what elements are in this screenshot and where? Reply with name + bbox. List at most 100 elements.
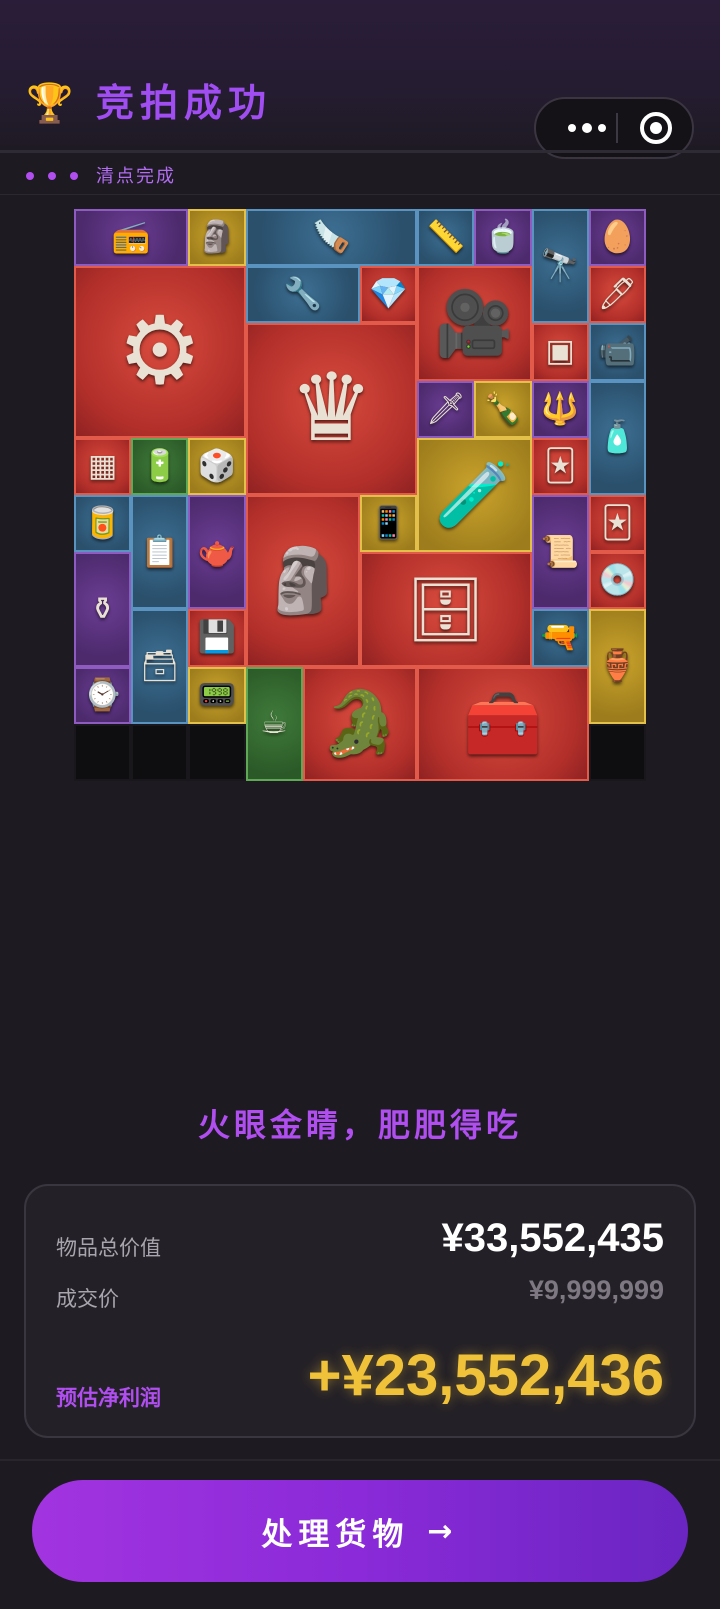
chemical-jug-icon: 🧪 <box>435 458 514 532</box>
loot-item-drill[interactable]: 🔧 <box>245 266 360 324</box>
loot-item-egg[interactable]: 🥚 <box>588 209 646 267</box>
target-icon[interactable] <box>640 112 672 144</box>
smartphone-icon: 📱 <box>369 505 408 542</box>
loot-item-teapot[interactable]: 🫖 <box>188 495 246 610</box>
egg-icon: 🥚 <box>598 219 637 256</box>
loot-item-empty-2 <box>131 723 189 781</box>
playing-card-icon: 🃏 <box>544 447 577 484</box>
generator-icon: ⚙ <box>117 296 202 406</box>
total-value: ¥33,552,435 <box>441 1216 664 1260</box>
loot-item-pen[interactable]: 🖊 <box>588 266 646 324</box>
tin-box-icon: 🥫 <box>83 505 122 542</box>
header: 🏆 竞拍成功 <box>0 0 720 160</box>
loot-grid: 📻 🗿 🪚 📏 🍵 🔭 🥚 ⚙ 🔧 💎 🎥 🖊 ♛ ▣ 📹 🗡 🍾 🔱 🧴 ▦ 🔋 🎲 🧪 🃏 🥫 📋 🫖 🗿 📱 📜 🃏 ⚱ 💿 🗄 🗃 💾 🔫 🏺 ⌚ 📟… <box>74 209 646 781</box>
crocodile-statue-icon: 🐊 <box>320 687 400 761</box>
status-dot <box>26 172 34 180</box>
loot-item-server-rack[interactable]: 🗄 <box>360 552 532 667</box>
loot-item-disc[interactable]: 💿 <box>588 552 646 610</box>
confidential-file-icon: 📋 <box>140 533 180 570</box>
loot-item-usb-stick[interactable]: 💾 <box>188 609 246 667</box>
loot-item-chemical-jug[interactable]: 🧪 <box>417 437 532 553</box>
loot-item-thermometer-gun[interactable]: 🔫 <box>531 609 589 667</box>
header-divider <box>0 150 720 153</box>
hookah-icon: ⚱ <box>89 590 116 627</box>
loot-item-card-2[interactable]: 🃏 <box>588 495 646 553</box>
loot-item-ammo-box[interactable]: 🗃 <box>131 609 189 724</box>
status-text: 清点完成 <box>96 166 176 187</box>
pen-icon: 🖊 <box>597 276 638 313</box>
dagger-icon: 🗡 <box>426 390 466 427</box>
loot-item-telescope[interactable]: 🔭 <box>531 209 589 324</box>
card-2-icon: 🃏 <box>601 505 634 542</box>
chess-board-icon: ♛ <box>289 354 374 464</box>
status-dot <box>70 172 78 180</box>
spearhead-icon: 🔱 <box>540 390 580 427</box>
loot-item-empty-1 <box>74 723 132 781</box>
loot-item-tea-dish[interactable]: 🍵 <box>474 209 532 267</box>
loot-item-battery[interactable]: 🔋 <box>131 437 189 495</box>
loot-item-tin-box[interactable]: 🥫 <box>74 495 132 553</box>
plc-unit-icon: 📟 <box>197 676 237 713</box>
process-goods-label: 处理货物 <box>261 1516 410 1553</box>
loot-item-chess-board[interactable]: ♛ <box>245 323 418 495</box>
loot-item-coffee-bag[interactable]: ☕ <box>245 666 303 781</box>
caesar-bust-icon: 🗿 <box>263 544 343 618</box>
deal-price-label: 成交价 <box>56 1287 119 1311</box>
loot-item-diamond[interactable]: 💎 <box>360 266 418 324</box>
server-rack-icon: 🗄 <box>405 572 486 646</box>
battery-icon: 🔋 <box>140 447 180 484</box>
total-value-label: 物品总价值 <box>56 1236 161 1260</box>
loot-item-generator[interactable]: ⚙ <box>74 266 246 438</box>
process-goods-button[interactable]: 处理货物 → <box>32 1480 688 1582</box>
loot-item-empty-4 <box>588 723 646 781</box>
loot-item-cctv-camera[interactable]: 📹 <box>588 323 646 381</box>
loot-item-caesar-bust[interactable]: 🗿 <box>245 495 360 667</box>
gadget-icon: ▦ <box>87 447 118 484</box>
loot-item-smartwatch[interactable]: ⌚ <box>74 666 132 724</box>
loot-item-gadget[interactable]: ▦ <box>74 437 132 495</box>
loot-item-dagger[interactable]: 🗡 <box>417 380 475 438</box>
loot-item-liquor-bottle[interactable]: 🍾 <box>474 380 532 438</box>
perfume-bottle-icon: 🏺 <box>598 648 637 685</box>
capsule-divider <box>616 113 618 143</box>
loot-item-hookah[interactable]: ⚱ <box>74 552 132 667</box>
coffee-bag-icon: ☕ <box>260 705 289 742</box>
loot-item-crocodile-statue[interactable]: 🐊 <box>302 666 418 781</box>
page-title: 竞拍成功 <box>96 81 273 125</box>
more-dots-icon[interactable] <box>558 115 614 141</box>
loot-item-playing-card[interactable]: 🃏 <box>531 437 589 495</box>
footer-divider <box>0 1459 720 1461</box>
smartwatch-icon: ⌚ <box>83 676 122 713</box>
boombox-icon: 📻 <box>111 219 151 256</box>
loot-item-caliper[interactable]: 📏 <box>417 209 475 267</box>
profit-value: +¥23,552,436 <box>307 1343 664 1408</box>
loot-item-video-camera[interactable]: 🎥 <box>417 266 532 381</box>
loot-item-cube-block[interactable]: 🎲 <box>188 437 246 495</box>
loot-item-empty-3 <box>188 723 246 781</box>
telescope-icon: 🔭 <box>540 247 580 284</box>
saw-icon: 🪚 <box>312 219 351 256</box>
caliper-icon: 📏 <box>426 219 466 256</box>
thermometer-gun-icon: 🔫 <box>540 619 580 656</box>
cctv-camera-icon: 📹 <box>598 333 637 370</box>
loot-item-plc-unit[interactable]: 📟 <box>188 666 246 724</box>
figurine-icon: 🗿 <box>197 219 237 256</box>
old-document-icon: 📜 <box>540 533 580 570</box>
loot-item-figurine[interactable]: 🗿 <box>188 209 246 267</box>
slogan: 火眼金睛，肥肥得吃 <box>197 1106 522 1144</box>
loot-item-smartphone[interactable]: 📱 <box>360 495 418 553</box>
loot-item-spearhead[interactable]: 🔱 <box>531 380 589 438</box>
loot-item-confidential-file[interactable]: 📋 <box>131 495 189 610</box>
loot-item-old-document[interactable]: 📜 <box>531 495 589 610</box>
disc-icon: 💿 <box>598 562 637 599</box>
loot-item-ink-bottle[interactable]: 🧴 <box>588 380 646 495</box>
profit-label: 预估净利润 <box>56 1386 161 1410</box>
tea-dish-icon: 🍵 <box>483 219 523 256</box>
loot-item-perfume-bottle[interactable]: 🏺 <box>588 609 646 724</box>
loot-item-military-case[interactable]: 🧰 <box>417 666 589 781</box>
loot-item-saw[interactable]: 🪚 <box>245 209 418 267</box>
loot-item-circuit-module[interactable]: ▣ <box>531 323 589 381</box>
status-dot <box>48 172 56 180</box>
arrow-right-icon: → <box>427 1513 459 1549</box>
loot-item-boombox[interactable]: 📻 <box>74 209 189 267</box>
